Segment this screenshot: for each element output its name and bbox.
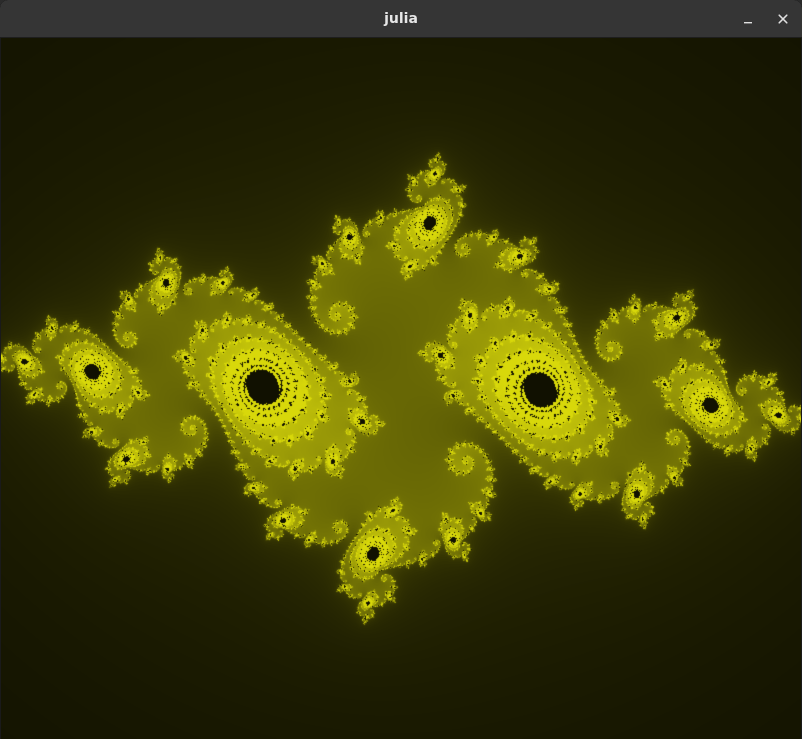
minimize-button[interactable] [736, 7, 760, 31]
titlebar[interactable]: julia [0, 0, 802, 38]
window-title: julia [384, 11, 418, 27]
render-area[interactable] [0, 38, 802, 739]
minimize-icon [742, 13, 754, 25]
julia-fractal-canvas[interactable] [1, 38, 801, 739]
app-window: julia [0, 0, 802, 739]
close-icon [777, 13, 789, 25]
close-button[interactable] [771, 7, 795, 31]
